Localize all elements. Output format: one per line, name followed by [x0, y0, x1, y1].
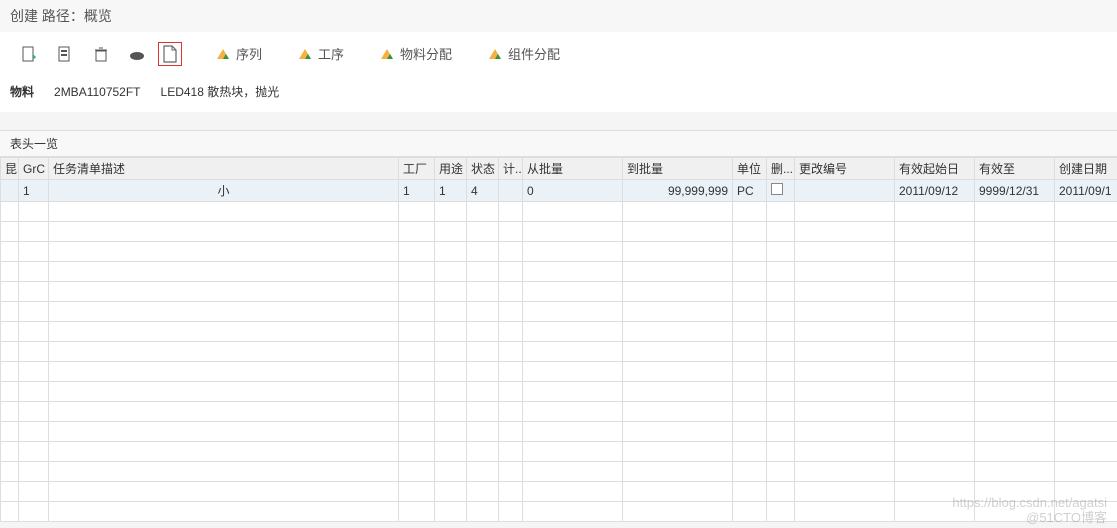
- cell-to-lot[interactable]: 99,999,999: [623, 180, 733, 202]
- cell-from-lot[interactable]: 0: [523, 180, 623, 202]
- table-row[interactable]: [1, 322, 1117, 342]
- material-label: 物料: [10, 83, 34, 100]
- material-info-row: 物料 2MBA110752FT LED418 散热块，抛光: [0, 75, 1117, 112]
- cell-del[interactable]: [767, 180, 795, 202]
- col-plant[interactable]: 工厂: [399, 158, 435, 180]
- table-row[interactable]: [1, 442, 1117, 462]
- col-usage[interactable]: 用途: [435, 158, 467, 180]
- sequence-label: 序列: [236, 44, 262, 63]
- component-alloc-button[interactable]: 组件分配: [480, 40, 566, 67]
- col-ji[interactable]: 计...: [499, 158, 523, 180]
- table-header-row: 昆 GrC 任务清单描述 工厂 用途 状态 计... 从批量 到批量 单位 删.…: [1, 158, 1117, 180]
- cell-grc[interactable]: 1: [19, 180, 49, 202]
- table-row[interactable]: [1, 342, 1117, 362]
- sequence-button[interactable]: 序列: [208, 40, 268, 67]
- trash-icon: [92, 45, 110, 63]
- col-change-no[interactable]: 更改编号: [795, 158, 895, 180]
- material-alloc-button[interactable]: 物料分配: [372, 40, 458, 67]
- table-row[interactable]: [1, 462, 1117, 482]
- delete-button[interactable]: [86, 41, 116, 67]
- cell-ji[interactable]: [499, 180, 523, 202]
- cell-plant[interactable]: 1: [399, 180, 435, 202]
- cell-create-date[interactable]: 2011/09/1: [1055, 180, 1117, 202]
- new-page-icon: [161, 45, 179, 63]
- col-status[interactable]: 状态: [467, 158, 499, 180]
- material-value: 2MBA110752FT: [54, 85, 141, 99]
- table-row[interactable]: [1, 422, 1117, 442]
- grid-caption: 表头一览: [0, 130, 1117, 157]
- triangle-icon: [214, 45, 232, 63]
- col-sel[interactable]: 昆: [1, 158, 19, 180]
- col-to-lot[interactable]: 到批量: [623, 158, 733, 180]
- delete-checkbox[interactable]: [771, 183, 783, 195]
- doc-select-icon: [20, 45, 38, 63]
- material-description: LED418 散热块，抛光: [161, 83, 280, 100]
- col-del[interactable]: 删...: [767, 158, 795, 180]
- header-table[interactable]: 昆 GrC 任务清单描述 工厂 用途 状态 计... 从批量 到批量 单位 删.…: [0, 157, 1117, 522]
- col-create-date[interactable]: 创建日期: [1055, 158, 1117, 180]
- process-button[interactable]: 工序: [290, 40, 350, 67]
- col-from-lot[interactable]: 从批量: [523, 158, 623, 180]
- table-row[interactable]: [1, 242, 1117, 262]
- grid-section: 表头一览 昆 GrC 任务清单描述 工厂 用途 状态 计... 从批量 到批量 …: [0, 130, 1117, 522]
- table-row[interactable]: [1, 402, 1117, 422]
- process-label: 工序: [318, 44, 344, 63]
- cell-status[interactable]: 4: [467, 180, 499, 202]
- component-alloc-label: 组件分配: [508, 44, 560, 63]
- col-valid-from[interactable]: 有效起始日: [895, 158, 975, 180]
- table-row[interactable]: [1, 202, 1117, 222]
- material-alloc-label: 物料分配: [400, 44, 452, 63]
- cell-desc[interactable]: 小: [49, 180, 399, 202]
- toolbar-btn-2[interactable]: [50, 41, 80, 67]
- toolbar-btn-cloud[interactable]: [122, 41, 152, 67]
- toolbar-btn-1[interactable]: [14, 41, 44, 67]
- col-desc[interactable]: 任务清单描述: [49, 158, 399, 180]
- table-row[interactable]: [1, 262, 1117, 282]
- cell-valid-from[interactable]: 2011/09/12: [895, 180, 975, 202]
- table-row[interactable]: 1 小 1 1 4 0 99,999,999 PC 2011/09/12 999…: [1, 180, 1117, 202]
- triangle-icon: [296, 45, 314, 63]
- table-row[interactable]: [1, 362, 1117, 382]
- cell-usage[interactable]: 1: [435, 180, 467, 202]
- col-unit[interactable]: 单位: [733, 158, 767, 180]
- triangle-icon: [378, 45, 396, 63]
- cell-change-no[interactable]: [795, 180, 895, 202]
- col-grc[interactable]: GrC: [19, 158, 49, 180]
- table-row[interactable]: [1, 482, 1117, 502]
- toolbar: 序列 工序 物料分配 组件分配: [0, 32, 1117, 75]
- table-row[interactable]: [1, 502, 1117, 522]
- cell-valid-to[interactable]: 9999/12/31: [975, 180, 1055, 202]
- doc-selectall-icon: [56, 45, 74, 63]
- table-row[interactable]: [1, 382, 1117, 402]
- window-title: 创建 路径：概览: [0, 0, 1117, 32]
- cloud-icon: [128, 45, 146, 63]
- new-page-button[interactable]: [158, 42, 182, 66]
- table-row[interactable]: [1, 282, 1117, 302]
- cell-unit[interactable]: PC: [733, 180, 767, 202]
- table-row[interactable]: [1, 222, 1117, 242]
- table-row[interactable]: [1, 302, 1117, 322]
- col-valid-to[interactable]: 有效至: [975, 158, 1055, 180]
- triangle-icon: [486, 45, 504, 63]
